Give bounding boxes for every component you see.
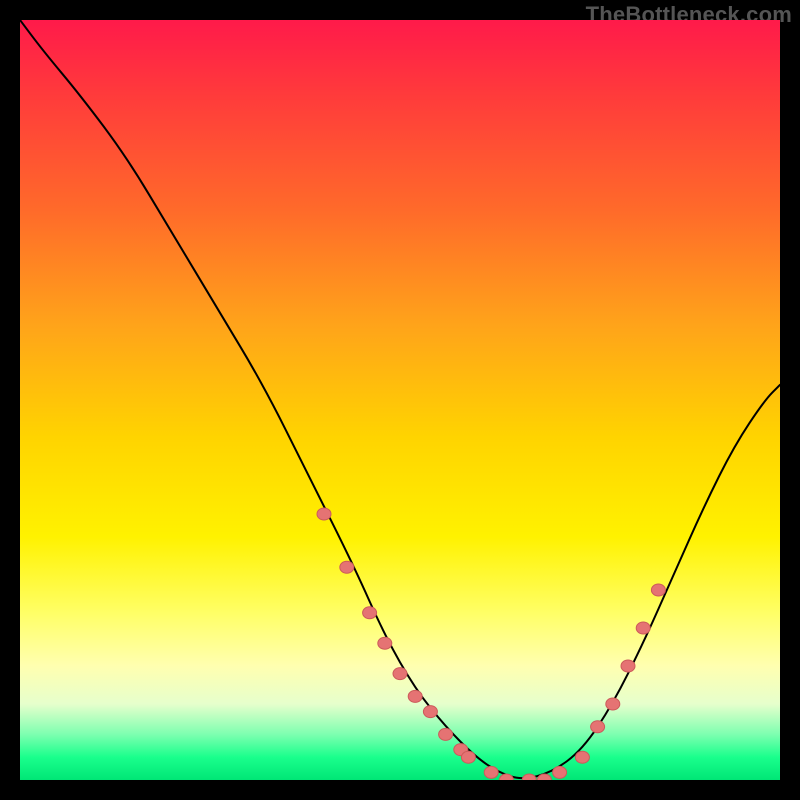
curve-marker — [378, 637, 392, 649]
curve-marker — [636, 622, 650, 634]
curve-marker — [408, 690, 422, 702]
curve-marker — [484, 766, 498, 778]
curve-svg — [20, 20, 780, 780]
curve-marker — [439, 728, 453, 740]
curve-marker — [591, 721, 605, 733]
curve-marker — [499, 774, 513, 780]
plot-area — [20, 20, 780, 780]
curve-marker — [522, 774, 536, 780]
curve-marker — [651, 584, 665, 596]
curve-marker — [317, 508, 331, 520]
curve-marker — [461, 751, 475, 763]
curve-marker — [575, 751, 589, 763]
curve-marker — [340, 561, 354, 573]
curve-marker — [423, 706, 437, 718]
curve-marker — [393, 668, 407, 680]
curve-marker — [606, 698, 620, 710]
bottleneck-curve — [20, 20, 780, 778]
chart-stage: TheBottleneck.com — [0, 0, 800, 800]
curve-marker — [363, 607, 377, 619]
marker-group — [317, 508, 665, 780]
curve-marker — [553, 766, 567, 778]
curve-marker — [621, 660, 635, 672]
